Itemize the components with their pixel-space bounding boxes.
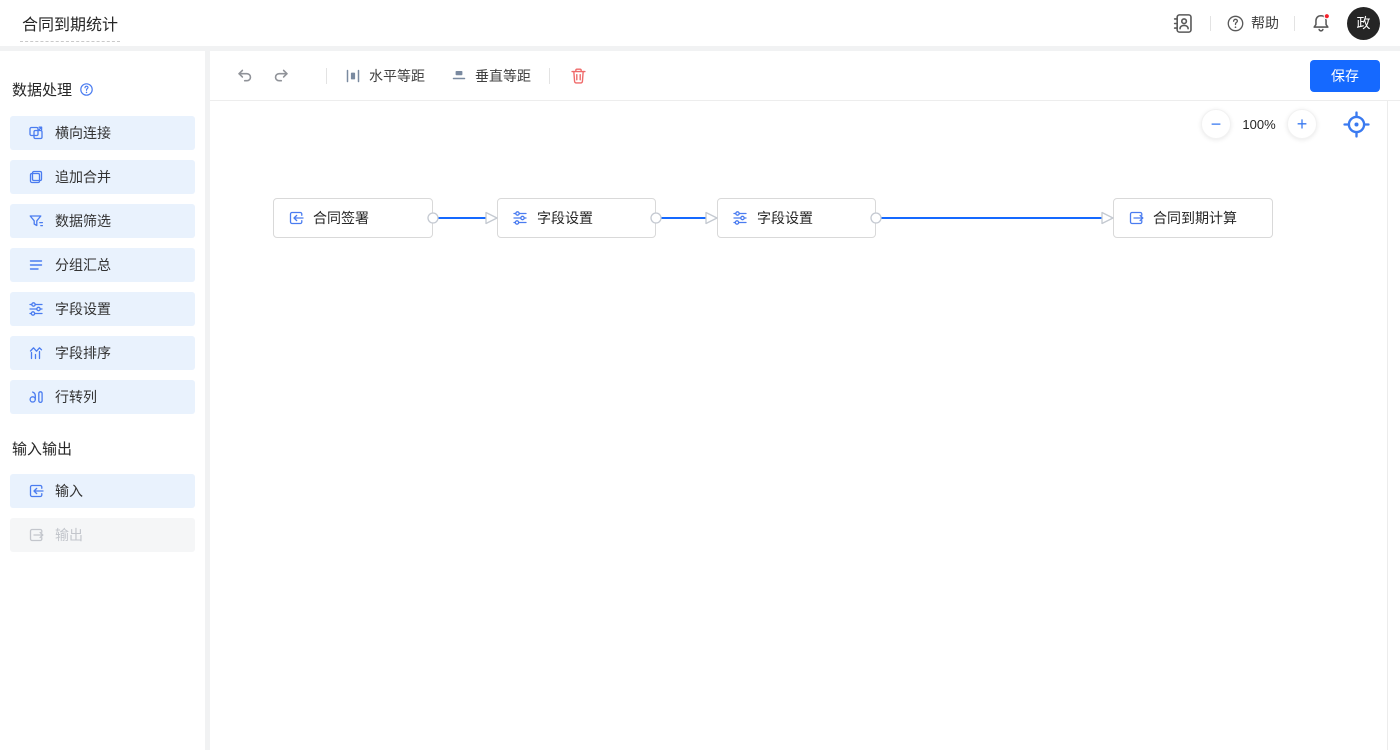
canvas-toolbar: 水平等距 垂直等距 保存 — [210, 51, 1400, 101]
sidebar-item-output: 输出 — [10, 518, 195, 552]
contact-book-icon[interactable] — [1172, 12, 1195, 35]
page-title[interactable]: 合同到期统计 — [20, 17, 120, 42]
vertical-distribute-icon — [451, 68, 467, 84]
field-settings-icon — [732, 210, 748, 226]
horizontal-distribute-icon — [345, 68, 361, 84]
flow-node-contract-signing[interactable]: 合同签署 — [273, 198, 433, 238]
section-title-input-output: 输入输出 — [12, 438, 72, 459]
section-help-icon[interactable] — [79, 82, 94, 97]
node-label: 合同到期计算 — [1153, 208, 1237, 228]
help-icon — [1226, 14, 1245, 33]
sidebar-item-field-settings[interactable]: 字段设置 — [10, 292, 195, 326]
sidebar-item-label: 字段排序 — [55, 343, 111, 363]
toolbar-divider — [549, 68, 550, 84]
flow-node-contract-expiry-calc[interactable]: 合同到期计算 — [1113, 198, 1273, 238]
horizontal-distribute-button[interactable]: 水平等距 — [345, 66, 425, 86]
sidebar-item-field-sort[interactable]: 字段排序 — [10, 336, 195, 370]
filter-icon — [28, 213, 44, 229]
sidebar-item-label: 行转列 — [55, 387, 97, 407]
field-settings-icon — [28, 301, 44, 317]
toolbar-divider — [326, 68, 327, 84]
app-header: 合同到期统计 帮助 — [0, 0, 1400, 51]
sidebar-item-label: 横向连接 — [55, 123, 111, 143]
output-icon — [28, 527, 44, 543]
redo-icon[interactable] — [273, 67, 290, 84]
section-title-data-processing: 数据处理 — [12, 79, 72, 100]
sidebar-item-append-merge[interactable]: 追加合并 — [10, 160, 195, 194]
row-to-column-icon — [28, 389, 44, 405]
flow-canvas[interactable]: − 100% + — [210, 101, 1400, 750]
field-settings-icon — [512, 210, 528, 226]
sidebar-item-label: 追加合并 — [55, 167, 111, 187]
sidebar-item-filter[interactable]: 数据筛选 — [10, 204, 195, 238]
node-label: 合同签署 — [313, 208, 369, 228]
sidebar-item-label: 输入 — [55, 481, 83, 501]
save-button[interactable]: 保存 — [1310, 60, 1380, 92]
sidebar-item-label: 分组汇总 — [55, 255, 111, 275]
input-icon — [28, 483, 44, 499]
zoom-controls: − 100% + — [1201, 109, 1370, 139]
vertical-distribute-button[interactable]: 垂直等距 — [451, 66, 531, 86]
flow-node-field-settings-2[interactable]: 字段设置 — [717, 198, 876, 238]
field-sort-icon — [28, 345, 44, 361]
help-button[interactable]: 帮助 — [1226, 13, 1279, 33]
header-divider — [1294, 16, 1295, 31]
locate-crosshair-icon[interactable] — [1343, 111, 1370, 138]
notification-bell-icon[interactable] — [1310, 12, 1332, 34]
sidebar-item-label: 数据筛选 — [55, 211, 111, 231]
sidebar-item-join[interactable]: 横向连接 — [10, 116, 195, 150]
sidebar: 数据处理 横向连接 — [0, 51, 210, 750]
sidebar-item-label: 字段设置 — [55, 299, 111, 319]
zoom-out-button[interactable]: − — [1201, 109, 1231, 139]
zoom-level: 100% — [1231, 117, 1287, 132]
group-summary-icon — [28, 257, 44, 273]
help-label: 帮助 — [1251, 13, 1279, 33]
user-avatar[interactable]: 政 — [1347, 7, 1380, 40]
sidebar-item-group-summary[interactable]: 分组汇总 — [10, 248, 195, 282]
node-label: 字段设置 — [757, 208, 813, 228]
import-icon — [288, 210, 304, 226]
header-divider — [1210, 16, 1211, 31]
sidebar-item-input[interactable]: 输入 — [10, 474, 195, 508]
horizontal-distribute-label: 水平等距 — [369, 66, 425, 86]
export-icon — [1128, 210, 1144, 226]
sidebar-item-label: 输出 — [55, 525, 83, 545]
join-icon — [28, 125, 44, 141]
flow-node-field-settings-1[interactable]: 字段设置 — [497, 198, 656, 238]
append-merge-icon — [28, 169, 44, 185]
sidebar-item-row-to-column[interactable]: 行转列 — [10, 380, 195, 414]
node-label: 字段设置 — [537, 208, 593, 228]
zoom-in-button[interactable]: + — [1287, 109, 1317, 139]
vertical-distribute-label: 垂直等距 — [475, 66, 531, 86]
scrollbar-track[interactable] — [1387, 101, 1400, 750]
delete-trash-icon[interactable] — [570, 67, 587, 84]
undo-icon[interactable] — [236, 67, 253, 84]
